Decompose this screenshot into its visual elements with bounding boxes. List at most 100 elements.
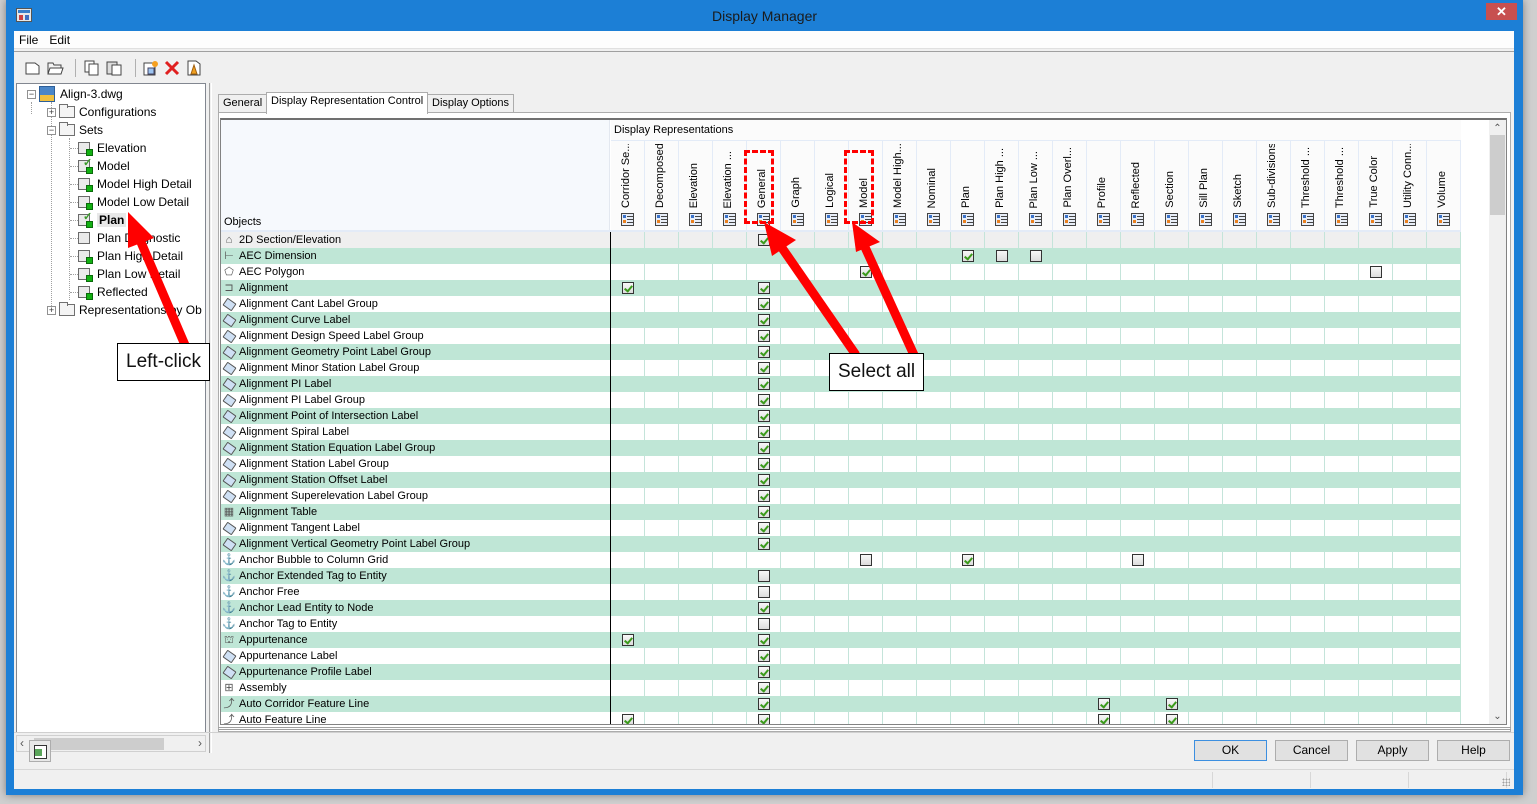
- grid-cell[interactable]: [747, 376, 781, 392]
- grid-cell[interactable]: [1291, 648, 1325, 664]
- grid-cell[interactable]: [1223, 232, 1257, 248]
- column-header[interactable]: Corridor Se...: [611, 141, 645, 230]
- grid-cell[interactable]: [747, 504, 781, 520]
- grid-cell[interactable]: [1223, 584, 1257, 600]
- grid-cell[interactable]: [781, 328, 815, 344]
- column-header[interactable]: Sill Plan: [1189, 141, 1223, 230]
- column-header[interactable]: Graph: [781, 141, 815, 230]
- grid-cell[interactable]: [1325, 392, 1359, 408]
- representation-properties-icon[interactable]: [893, 213, 906, 226]
- grid-cell[interactable]: [679, 264, 713, 280]
- grid-cell[interactable]: [781, 280, 815, 296]
- grid-cell[interactable]: [1019, 344, 1053, 360]
- grid-cell[interactable]: [1359, 472, 1393, 488]
- grid-cell[interactable]: [1257, 360, 1291, 376]
- grid-cell[interactable]: [1053, 440, 1087, 456]
- grid-cell[interactable]: [1393, 616, 1427, 632]
- checkbox-checked[interactable]: [860, 266, 872, 278]
- grid-cell[interactable]: [917, 440, 951, 456]
- grid-cell[interactable]: [1257, 632, 1291, 648]
- grid-cell[interactable]: [1053, 456, 1087, 472]
- grid-cell[interactable]: [815, 696, 849, 712]
- grid-cell[interactable]: [1155, 680, 1189, 696]
- grid-cell[interactable]: [1393, 312, 1427, 328]
- grid-cell[interactable]: [1155, 392, 1189, 408]
- grid-cell[interactable]: [849, 568, 883, 584]
- grid-cell[interactable]: [713, 504, 747, 520]
- grid-cell[interactable]: [713, 696, 747, 712]
- cancel-button[interactable]: Cancel: [1275, 740, 1348, 761]
- grid-cell[interactable]: [883, 408, 917, 424]
- grid-cell[interactable]: [611, 584, 645, 600]
- grid-cell[interactable]: [1223, 600, 1257, 616]
- grid-cell[interactable]: [645, 328, 679, 344]
- grid-cell[interactable]: [1291, 328, 1325, 344]
- grid-cell[interactable]: [883, 520, 917, 536]
- grid-cell[interactable]: [1087, 712, 1121, 724]
- grid-cell[interactable]: [1223, 424, 1257, 440]
- grid-cell[interactable]: [1427, 664, 1461, 680]
- grid-cell[interactable]: [1121, 312, 1155, 328]
- grid-cell[interactable]: [1427, 568, 1461, 584]
- grid-cell[interactable]: [747, 312, 781, 328]
- grid-cell[interactable]: [883, 696, 917, 712]
- grid-cell[interactable]: [1223, 280, 1257, 296]
- grid-cell[interactable]: [883, 328, 917, 344]
- grid-cell[interactable]: [747, 632, 781, 648]
- grid-cell[interactable]: [883, 616, 917, 632]
- grid-cell[interactable]: [611, 616, 645, 632]
- grid-cell[interactable]: [849, 408, 883, 424]
- grid-cell[interactable]: [645, 648, 679, 664]
- grid-cell[interactable]: [1325, 664, 1359, 680]
- grid-cell[interactable]: [1427, 584, 1461, 600]
- representation-properties-icon[interactable]: [1165, 213, 1178, 226]
- grid-cell[interactable]: [747, 568, 781, 584]
- checkbox-checked[interactable]: [758, 650, 770, 662]
- grid-cell[interactable]: [1087, 568, 1121, 584]
- grid-cell[interactable]: [1359, 248, 1393, 264]
- checkbox-checked[interactable]: [758, 378, 770, 390]
- grid-cell[interactable]: [1325, 312, 1359, 328]
- grid-cell[interactable]: [611, 424, 645, 440]
- grid-cell[interactable]: [713, 232, 747, 248]
- scroll-thumb[interactable]: [34, 738, 164, 750]
- grid-cell[interactable]: [1121, 504, 1155, 520]
- grid-cell[interactable]: [747, 360, 781, 376]
- checkbox-checked[interactable]: [622, 282, 634, 294]
- grid-cell[interactable]: [781, 312, 815, 328]
- grid-cell[interactable]: [1019, 440, 1053, 456]
- grid-cell[interactable]: [883, 456, 917, 472]
- grid-cell[interactable]: [883, 296, 917, 312]
- grid-cell[interactable]: [1121, 296, 1155, 312]
- grid-cell[interactable]: [1325, 632, 1359, 648]
- grid-cell[interactable]: [1257, 696, 1291, 712]
- grid-cell[interactable]: [713, 568, 747, 584]
- grid-cell[interactable]: [611, 680, 645, 696]
- grid-cell[interactable]: [1121, 248, 1155, 264]
- grid-cell[interactable]: [815, 648, 849, 664]
- grid-cell[interactable]: [1087, 392, 1121, 408]
- grid-cell[interactable]: [985, 360, 1019, 376]
- grid-cell[interactable]: [985, 648, 1019, 664]
- grid-cell[interactable]: [1393, 440, 1427, 456]
- grid-cell[interactable]: [951, 600, 985, 616]
- grid-cell[interactable]: [883, 424, 917, 440]
- grid-cell[interactable]: [1155, 456, 1189, 472]
- grid-cell[interactable]: [645, 536, 679, 552]
- grid-cell[interactable]: [1121, 584, 1155, 600]
- grid-cell[interactable]: [1121, 600, 1155, 616]
- grid-cell[interactable]: [1189, 328, 1223, 344]
- grid-cell[interactable]: [1427, 680, 1461, 696]
- grid-cell[interactable]: [1019, 632, 1053, 648]
- column-header[interactable]: Plan High ...: [985, 141, 1019, 230]
- grid-cell[interactable]: [1325, 424, 1359, 440]
- grid-cell[interactable]: [747, 600, 781, 616]
- checkbox-checked[interactable]: [1166, 714, 1178, 724]
- grid-cell[interactable]: [747, 248, 781, 264]
- tree-sets[interactable]: − Sets: [47, 121, 103, 139]
- grid-cell[interactable]: [781, 440, 815, 456]
- grid-cell[interactable]: [1019, 536, 1053, 552]
- grid-cell[interactable]: [917, 312, 951, 328]
- grid-cell[interactable]: [1019, 680, 1053, 696]
- grid-cell[interactable]: [1393, 664, 1427, 680]
